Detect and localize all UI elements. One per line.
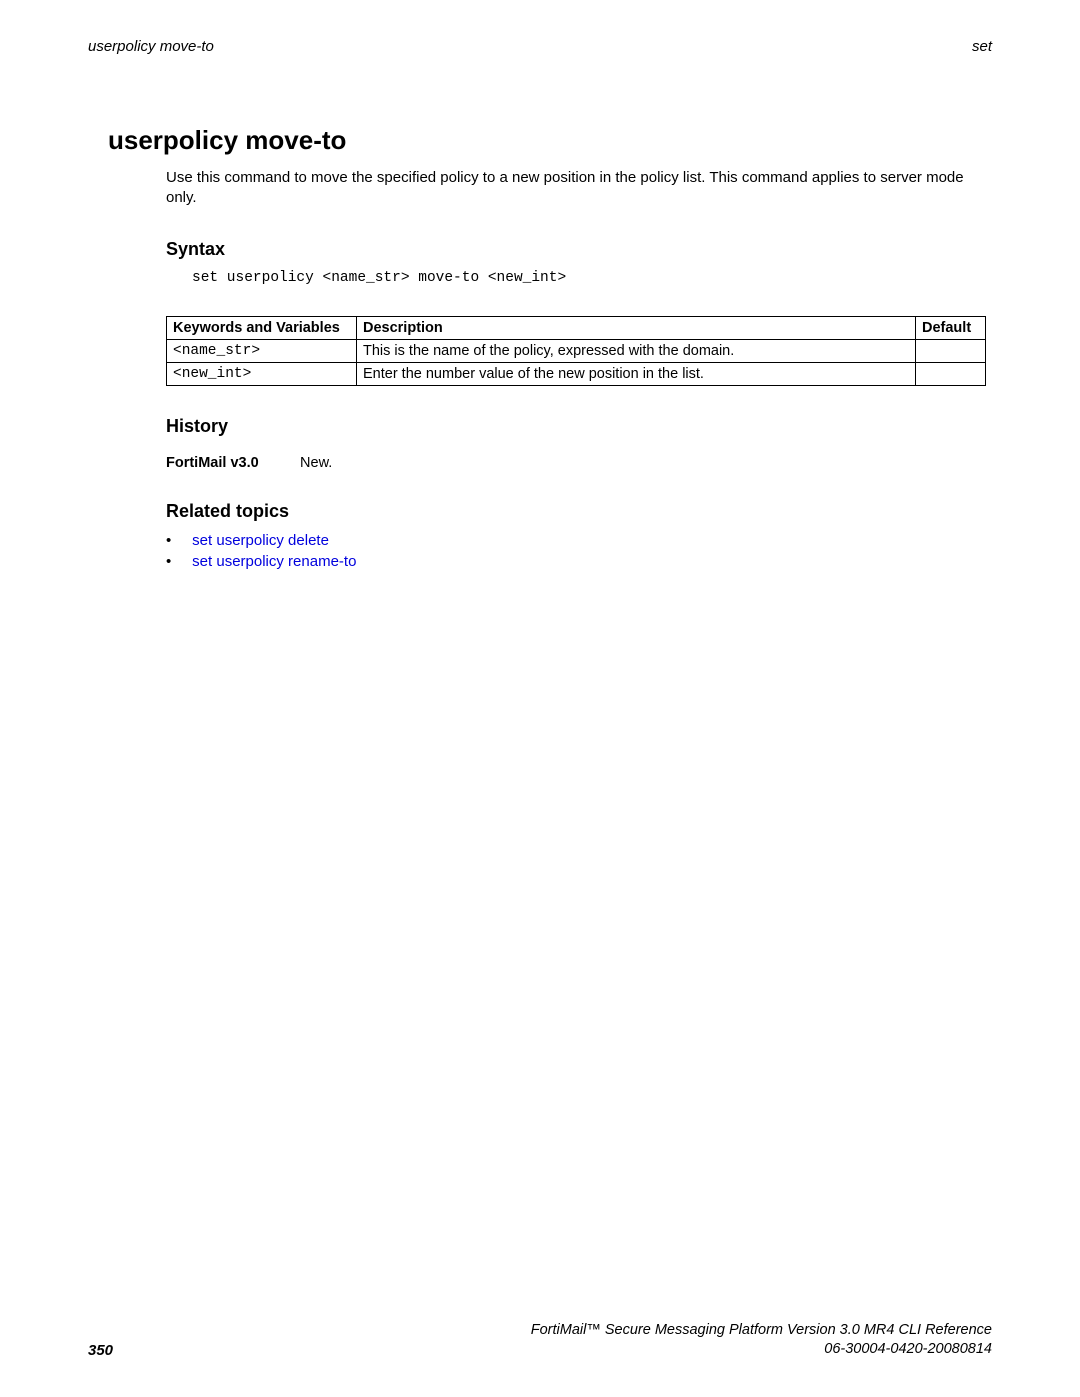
table-cell-keyword: <name_str> xyxy=(167,339,357,362)
page-content: userpolicy move-to Use this command to m… xyxy=(0,125,1080,570)
history-version: FortiMail v3.0 xyxy=(166,455,296,471)
table-header-default: Default xyxy=(916,316,986,339)
history-heading: History xyxy=(166,416,992,437)
footer-page-number: 350 xyxy=(88,1342,113,1359)
history-note: New. xyxy=(300,455,332,471)
related-topics-list: • set userpolicy delete • set userpolicy… xyxy=(166,532,992,570)
footer-doc-title: FortiMail™ Secure Messaging Platform Ver… xyxy=(531,1321,992,1340)
list-item: • set userpolicy rename-to xyxy=(166,553,992,570)
footer-doc-id: 06-30004-0420-20080814 xyxy=(531,1340,992,1359)
header-right: set xyxy=(972,38,992,55)
footer-reference: FortiMail™ Secure Messaging Platform Ver… xyxy=(531,1321,992,1359)
table-cell-default xyxy=(916,339,986,362)
page-header: userpolicy move-to set xyxy=(0,0,1080,55)
header-left: userpolicy move-to xyxy=(88,38,214,55)
intro-paragraph: Use this command to move the specified p… xyxy=(166,168,972,209)
table-row: <name_str> This is the name of the polic… xyxy=(167,339,986,362)
table-header-description: Description xyxy=(357,316,916,339)
table-cell-description: This is the name of the policy, expresse… xyxy=(357,339,916,362)
table-cell-keyword: <new_int> xyxy=(167,362,357,385)
table-header-keywords: Keywords and Variables xyxy=(167,316,357,339)
page-footer: 350 FortiMail™ Secure Messaging Platform… xyxy=(88,1321,992,1359)
related-link[interactable]: set userpolicy delete xyxy=(192,532,329,549)
related-topics-heading: Related topics xyxy=(166,501,992,522)
history-entry: FortiMail v3.0 New. xyxy=(166,455,992,471)
bullet-icon: • xyxy=(166,553,188,570)
page-title: userpolicy move-to xyxy=(108,125,992,156)
table-cell-description: Enter the number value of the new positi… xyxy=(357,362,916,385)
table-row: <new_int> Enter the number value of the … xyxy=(167,362,986,385)
syntax-code: set userpolicy <name_str> move-to <new_i… xyxy=(192,270,992,286)
related-link[interactable]: set userpolicy rename-to xyxy=(192,553,356,570)
parameters-table: Keywords and Variables Description Defau… xyxy=(166,316,986,386)
table-header-row: Keywords and Variables Description Defau… xyxy=(167,316,986,339)
table-cell-default xyxy=(916,362,986,385)
list-item: • set userpolicy delete xyxy=(166,532,992,549)
bullet-icon: • xyxy=(166,532,188,549)
syntax-heading: Syntax xyxy=(166,239,992,260)
